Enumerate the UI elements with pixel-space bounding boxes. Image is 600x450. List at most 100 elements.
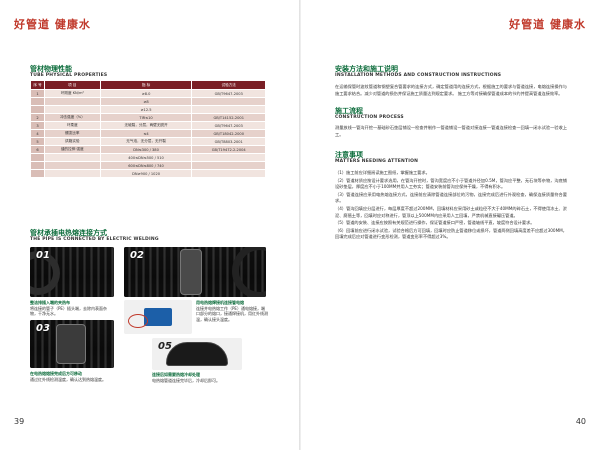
matters-item: （3）管道连接应采用电热熔连接方式，连接前应清除管道连接部位的污物，连接完成后进…	[335, 191, 567, 204]
cell-index	[30, 161, 45, 170]
cell-method: GB/T9647-2003	[191, 121, 266, 130]
step-04-text: 通过红外线检测温度，确认达到热熔温度。	[30, 376, 106, 382]
table-row: 3 环柔度 无破裂，分层，两壁无脱开 GB/T9647-2003	[30, 121, 266, 130]
matters-item: （1）施工前应详细阅读施工图纸，掌握施工要求。	[335, 170, 430, 175]
cell-item: 缝的拉伸 强度	[44, 145, 101, 154]
cell-item	[44, 97, 101, 106]
cell-spec: 无气泡，无分层，无开裂	[99, 137, 193, 146]
matters-item: （6）回填前应进行闭水试验，试验合格后方可回填，回填时应防止管道移位或损坏，管道…	[335, 227, 567, 240]
cell-index	[30, 97, 45, 106]
welding-machine-photo	[124, 300, 192, 334]
col-header-item: 项 目	[44, 80, 101, 90]
step-01-text: 将连接的管子（PE）插头端，去除内表面杂物，干净无水。	[30, 305, 107, 317]
cell-item: 烘箱实验	[44, 137, 101, 146]
cell-method	[191, 105, 266, 114]
table-row: 600≤DN≤800 / 740	[30, 161, 266, 170]
cell-item	[44, 169, 101, 178]
cell-index: 6	[30, 145, 45, 154]
table-row: 400≤DN≤500 / 510	[30, 153, 266, 162]
brand-slogan: 好管道 健康水	[14, 18, 91, 31]
step-01-number: 01	[36, 250, 50, 261]
cell-item	[44, 153, 101, 162]
cell-method: GB/T19472.2-2004	[191, 145, 266, 154]
table-row: 6 缝的拉伸 强度 DN≤300 / 380 GB/T19472.2-2004	[30, 145, 266, 154]
cell-spec: ≥8	[99, 97, 193, 106]
step-03-text: 连接并电热熔工作（PE）通电熔接，端口部分的熔口，接通焊接机，用红外线测温，确认…	[196, 305, 268, 322]
cell-spec: 400≤DN≤500 / 510	[99, 153, 193, 162]
page-number-left: 39	[14, 417, 25, 426]
table-body: 1 环刚度 KN/m² ≥8.0 GB/T9647-2003 ≥8 ≥12.5 2 冲击强度（…	[30, 89, 266, 178]
table-row: 1 环刚度 KN/m² ≥8.0 GB/T9647-2003	[30, 89, 266, 98]
cell-method: GB/T9647-2003	[191, 89, 266, 98]
matters-item: （4）管沟回填应分层进行，每层厚度不超过200MM，回填材料应采用砂土或粒径不大…	[335, 205, 567, 218]
step-03-caption: 用电热熔焊接机连接管电熔 连接并电热熔工作（PE）通电熔接，端口部分的熔口，接通…	[196, 300, 268, 322]
cell-item	[44, 161, 101, 170]
cell-spec: DN≤300 / 380	[99, 145, 193, 154]
cell-index: 3	[30, 121, 45, 130]
right-page: 好管道 健康水 安装方法和施工说明 INSTALLATION METHODS A…	[301, 0, 600, 450]
cell-method	[191, 153, 266, 162]
brand-slogan: 好管道 健康水	[509, 18, 586, 31]
cell-spec: ≥12.5	[99, 105, 193, 114]
matters-item: （5）管道的安装、连接应按照有关规范进行操作，保证管道接口严密，管道轴线平直，坡…	[335, 220, 535, 226]
cell-index: 1	[30, 89, 45, 98]
cell-method	[191, 161, 266, 170]
cell-index: 4	[30, 129, 45, 138]
step-05-number: 05	[158, 341, 172, 352]
cell-spec: 无破裂，分层，两壁无脱开	[99, 121, 193, 130]
cell-method: GB/T8803-2001	[191, 137, 266, 146]
step-05-caption: 连接后如需要热熔冷却处理 电热熔管道连接完毕后，冷却后即可。	[152, 372, 252, 383]
cell-method: GB/T14152-2001	[191, 113, 266, 122]
table-row: DN≥900 / 1020	[30, 169, 266, 178]
step-03-photo: 03	[30, 320, 114, 368]
step-03-number: 03	[36, 323, 50, 334]
cell-item: 环刚度 KN/m²	[44, 89, 101, 98]
matters-list: （1）施工前应详细阅读施工图纸，掌握施工要求。 （2）管道材质应按设计要求选用，…	[335, 170, 567, 242]
step-02-photo: 02	[124, 247, 266, 297]
installation-subtitle: INSTALLATION METHODS AND CONSTRUCTION IN…	[335, 73, 502, 78]
process-text: 测量放线一管沟开挖一基础砂石垫层铺设一检查井制作一管道铺设一管道对接连接一管道连…	[335, 125, 567, 137]
step-02-number: 02	[130, 250, 144, 261]
matters-item: （2）管道材质应按设计要求选用，在管沟开挖时，管沟宽度应不小于管道外径加0.5M…	[335, 177, 567, 190]
physical-properties-subtitle: TUBE PHYSICAL PROPERTIES	[30, 73, 108, 78]
left-page: 好管道 健康水 管材物理性能 TUBE PHYSICAL PROPERTIES …	[0, 0, 299, 450]
step-01-caption: 整洁排插入端的夹热布 将连接的管子（PE）插头端，去除内表面杂物，干净无水。	[30, 300, 114, 317]
cell-item: 环柔度	[44, 121, 101, 130]
col-header-spec: 指 标	[99, 80, 193, 90]
step-05-photo: 05	[152, 338, 242, 370]
brochure-spread: 好管道 健康水 管材物理性能 TUBE PHYSICAL PROPERTIES …	[0, 0, 600, 450]
cell-item: 冲击强度（%）	[44, 113, 101, 122]
table-row: ≥12.5	[30, 105, 266, 114]
table-row: 4 蠕变比率 ≤4 GB/T18042-2000	[30, 129, 266, 138]
cell-spec: ≤4	[99, 129, 193, 138]
cell-method	[191, 169, 266, 178]
cell-method	[191, 97, 266, 106]
cell-index: 5	[30, 137, 45, 146]
physical-properties-table: 序 号 项 目 指 标 试验方法 1 环刚度 KN/m² ≥8.0 GB/T9647-…	[30, 80, 266, 178]
cell-spec: ≥8.0	[99, 89, 193, 98]
installation-text: 在运输保管时波纹管道和钢塑复合管要求的连接方式，确定管道用的连接方式，根据施工的…	[335, 84, 567, 96]
step-04-caption: 在电热熔熔接完成后方可移动 通过红外线检测温度，确认达到热熔温度。	[30, 371, 114, 382]
step-01-photo: 01	[30, 247, 114, 297]
cell-index	[30, 169, 45, 178]
col-header-index: 序 号	[30, 80, 45, 90]
cell-spec: DN≥900 / 1020	[99, 169, 193, 178]
cell-index	[30, 105, 45, 114]
table-row: 5 烘箱实验 无气泡，无分层，无开裂 GB/T8803-2001	[30, 137, 266, 146]
cell-item: 蠕变比率	[44, 129, 101, 138]
cell-spec: TIR≤10	[99, 113, 193, 122]
col-header-method: 试验方法	[191, 80, 266, 90]
matters-subtitle: MATTERS NEEDING ATTENTION	[335, 159, 419, 164]
cell-index: 2	[30, 113, 45, 122]
table-row: ≥8	[30, 97, 266, 106]
cell-spec: 600≤DN≤800 / 740	[99, 161, 193, 170]
page-number-right: 40	[575, 417, 586, 426]
cell-item	[44, 105, 101, 114]
step-05-text: 电热熔管道连接完毕后，冷却后即可。	[152, 377, 220, 383]
table-row: 2 冲击强度（%） TIR≤10 GB/T14152-2001	[30, 113, 266, 122]
process-subtitle: CONSTRUCTION PROCESS	[335, 115, 404, 120]
welding-subtitle: THE PIPE IS CONNECTED BY ELECTRIC WELDIN…	[30, 237, 159, 242]
cell-method: GB/T18042-2000	[191, 129, 266, 138]
cell-index	[30, 153, 45, 162]
table-header-row: 序 号 项 目 指 标 试验方法	[30, 80, 266, 90]
